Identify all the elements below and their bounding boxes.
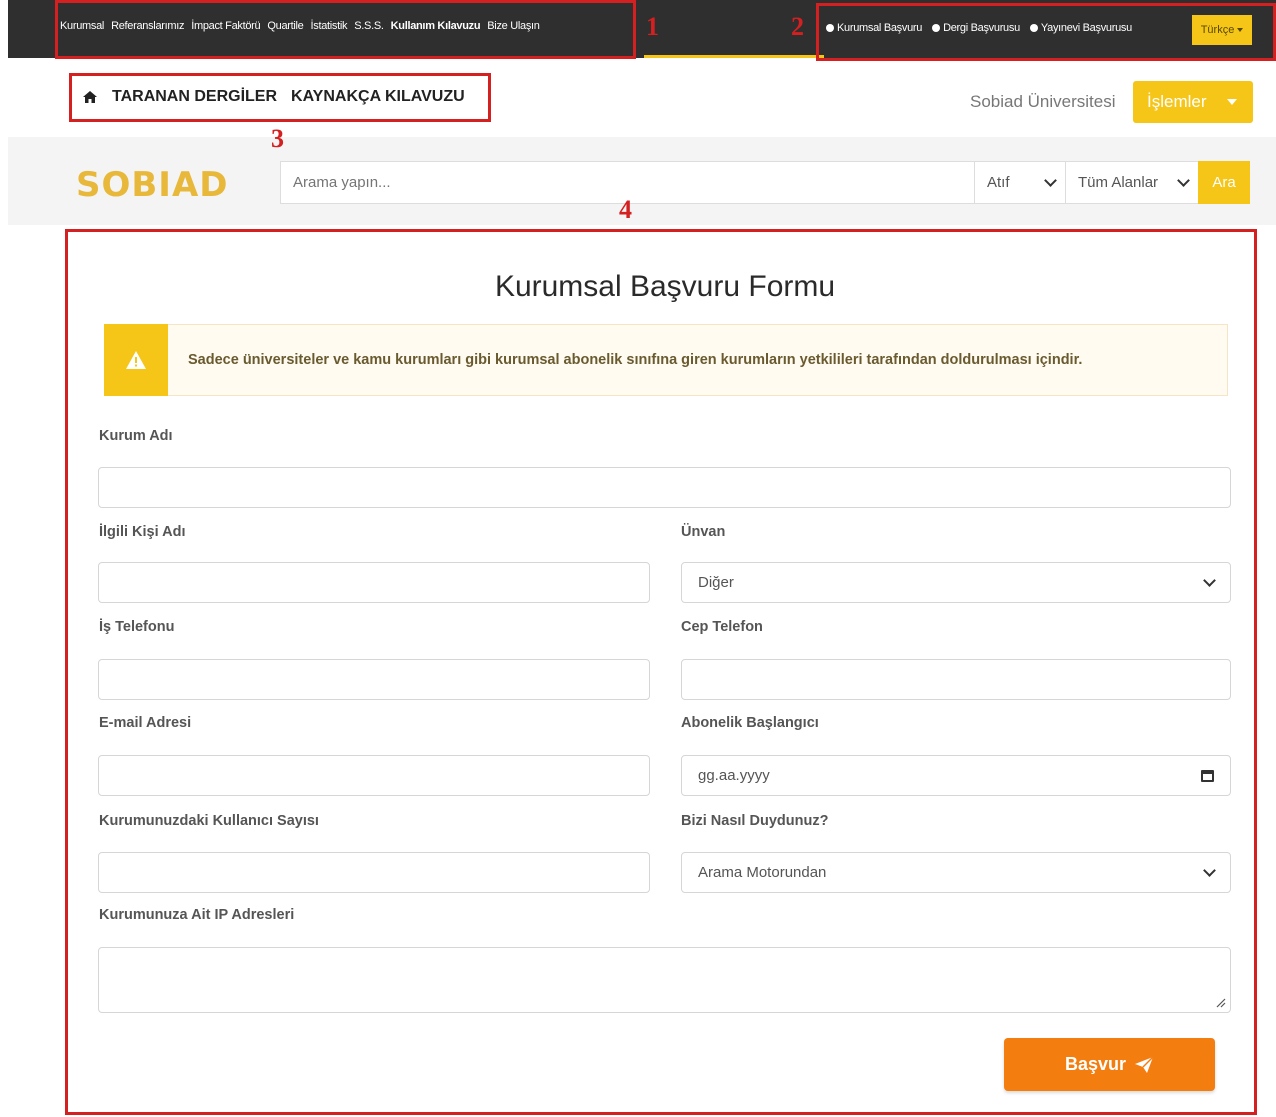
contact-name-field[interactable] (98, 562, 650, 603)
search-type-select[interactable]: Atıf (974, 161, 1066, 204)
label-ip-addresses: Kurumunuza Ait IP Adresleri (99, 907, 295, 923)
warning-alert: Sadece üniversiteler ve kamu kurumları g… (104, 324, 1228, 396)
search-type-value: Atıf (987, 174, 1010, 191)
alert-icon-container (104, 324, 168, 396)
bullet-icon (1029, 24, 1038, 32)
label-title: Ünvan (681, 524, 726, 540)
breadcrumb-taranan-dergiler[interactable]: TARANAN DERGİLER (112, 88, 277, 106)
calendar-icon[interactable] (1201, 769, 1214, 782)
apply-link-label: Kurumsal Başvuru (837, 22, 923, 34)
ip-addresses-textarea[interactable] (98, 947, 1231, 1013)
date-placeholder: gg.aa.yyyy (698, 767, 770, 784)
home-icon[interactable] (82, 89, 98, 105)
university-name: Sobiad Üniversitesi (970, 92, 1116, 111)
breadcrumb: TARANAN DERGİLER KAYNAKÇA KILAVUZU (82, 88, 465, 106)
apply-links: Kurumsal Başvuru Dergi Başvurusu Yayınev… (826, 22, 1132, 34)
submit-label: Başvur (1064, 1054, 1127, 1074)
caret-down-icon (1237, 28, 1244, 32)
annotation-number-4: 4 (619, 195, 632, 224)
apply-link-kurumsal[interactable]: Kurumsal Başvuru (826, 22, 922, 34)
chevron-down-icon (1203, 863, 1216, 877)
chevron-down-icon (1044, 173, 1057, 187)
label-contact-name: İlgili Kişi Adı (99, 524, 186, 540)
annotation-number-2: 2 (791, 12, 804, 41)
resize-grip-icon[interactable] (1216, 998, 1226, 1008)
mobile-phone-field[interactable] (681, 659, 1231, 700)
top-nav-links: Kurumsal Referanslarımız İmpact Faktörü … (60, 20, 540, 32)
active-tab-underline (644, 55, 824, 58)
referral-select[interactable]: Arama Motorundan (681, 852, 1231, 893)
referral-select-value: Arama Motorundan (698, 864, 827, 881)
nav-link-sss[interactable]: S.S.S. (354, 20, 384, 32)
alert-text: Sadece üniversiteler ve kamu kurumları g… (188, 352, 1083, 368)
nav-link-kurumsal[interactable]: Kurumsal (60, 20, 104, 32)
bullet-icon (826, 24, 834, 32)
caret-down-icon (1227, 99, 1237, 105)
nav-link-kullanim-kilavuzu[interactable]: Kullanım Kılavuzu (391, 20, 481, 32)
actions-label: İşlemler (1147, 92, 1207, 111)
chevron-down-icon (1203, 573, 1216, 587)
nav-link-bize-ulasin[interactable]: Bize Ulaşın (487, 20, 540, 32)
annotation-number-1: 1 (646, 12, 659, 41)
sobiad-logo[interactable]: SOBIAD (76, 165, 229, 205)
breadcrumb-kaynakca-kilavuzu[interactable]: KAYNAKÇA KILAVUZU (291, 88, 465, 106)
title-select[interactable]: Diğer (681, 562, 1231, 603)
form-title: Kurumsal Başvuru Formu (494, 270, 836, 303)
annotation-number-3: 3 (271, 124, 284, 153)
language-label: Türkçe (1200, 24, 1235, 36)
label-mobile-phone: Cep Telefon (681, 619, 763, 635)
label-user-count: Kurumunuzdaki Kullanıcı Sayısı (99, 813, 319, 829)
send-icon (1135, 1055, 1154, 1073)
institution-field[interactable] (98, 467, 1231, 508)
nav-link-istatistik[interactable]: İstatistik (311, 20, 348, 32)
label-work-phone: İş Telefonu (99, 619, 175, 635)
user-count-field[interactable] (98, 852, 650, 893)
actions-dropdown-button[interactable]: İşlemler (1133, 81, 1253, 123)
label-subscription-start: Abonelik Başlangıcı (681, 715, 819, 731)
language-dropdown[interactable]: Türkçe (1192, 15, 1252, 45)
apply-link-dergi[interactable]: Dergi Başvurusu (932, 22, 1020, 34)
title-select-value: Diğer (698, 574, 734, 591)
nav-link-quartile[interactable]: Quartile (267, 20, 303, 32)
apply-link-label: Dergi Başvurusu (943, 22, 1020, 34)
search-field-value: Tüm Alanlar (1078, 174, 1159, 191)
apply-link-yayinevi[interactable]: Yayınevi Başvurusu (1029, 22, 1132, 34)
bullet-icon (932, 24, 941, 32)
chevron-down-icon (1177, 173, 1190, 187)
nav-link-impact-factor[interactable]: İmpact Faktörü (191, 20, 260, 32)
subscription-start-date-field[interactable]: gg.aa.yyyy (681, 755, 1231, 796)
label-institution: Kurum Adı (99, 428, 173, 444)
search-button[interactable]: Ara (1198, 161, 1250, 204)
apply-link-label: Yayınevi Başvurusu (1040, 22, 1132, 34)
nav-link-referanslar[interactable]: Referanslarımız (111, 20, 184, 32)
submit-button[interactable]: Başvur (1004, 1038, 1215, 1091)
warning-icon (126, 351, 146, 369)
email-field[interactable] (98, 755, 650, 796)
search-field-select[interactable]: Tüm Alanlar (1065, 161, 1199, 204)
work-phone-field[interactable] (98, 659, 650, 700)
label-referral: Bizi Nasıl Duydunuz? (681, 813, 829, 829)
label-email: E-mail Adresi (99, 715, 192, 731)
